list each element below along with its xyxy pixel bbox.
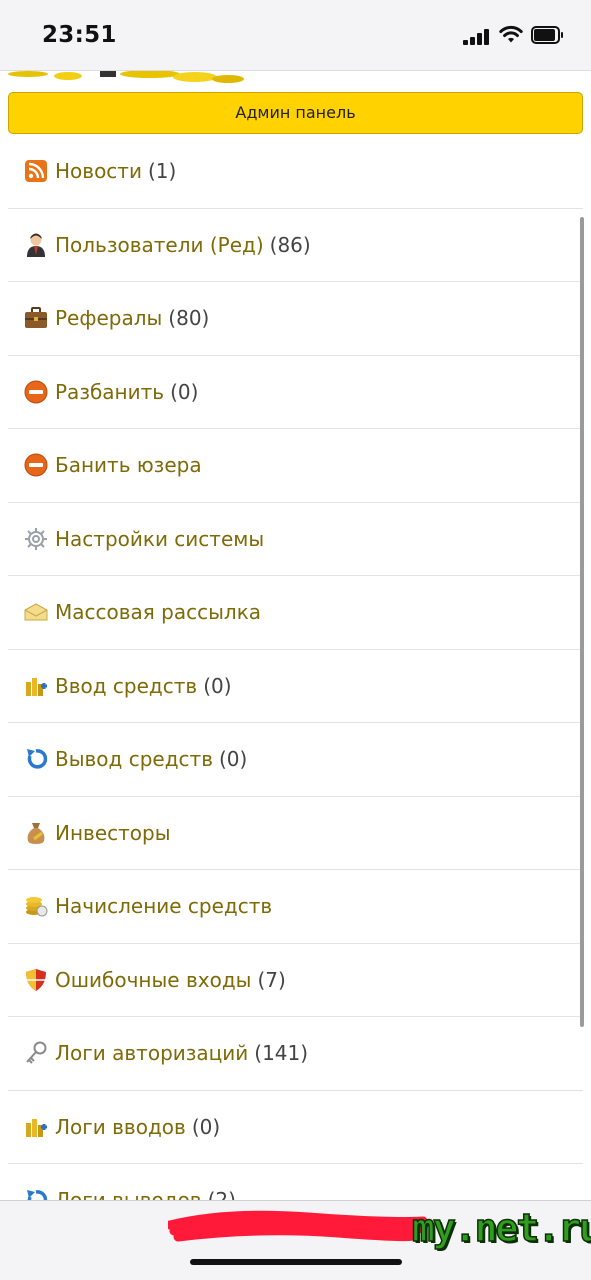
menu-item-label: Настройки системы bbox=[55, 526, 265, 551]
menu-item-label: Инвесторы bbox=[55, 820, 171, 845]
menu-item-deposit[interactable]: Ввод средств (0) bbox=[8, 650, 583, 723]
menu-item-count: (7) bbox=[257, 967, 286, 992]
scrollbar[interactable] bbox=[580, 217, 584, 1027]
menu-item-label: Разбанить bbox=[55, 379, 165, 404]
page-content: Админ панель Новости (1) Пользователи (Р… bbox=[0, 70, 591, 1200]
menu-item-deposit-logs[interactable]: Логи вводов (0) bbox=[8, 1091, 583, 1164]
rotate-icon bbox=[23, 1187, 49, 1200]
menu-item-count: (80) bbox=[168, 306, 210, 331]
shield-icon bbox=[23, 967, 49, 993]
menu-item-news[interactable]: Новости (1) bbox=[8, 135, 583, 209]
key-icon bbox=[23, 1040, 49, 1066]
menu-item-accrual[interactable]: Начисление средств bbox=[8, 870, 583, 944]
envelope-icon bbox=[23, 599, 49, 625]
menu-item-withdraw-logs[interactable]: Логи выводов (2) bbox=[8, 1164, 583, 1200]
menu-item-withdraw[interactable]: Вывод средств (0) bbox=[8, 723, 583, 797]
user-icon bbox=[23, 232, 49, 258]
minus-circle-icon bbox=[23, 379, 49, 405]
menu-item-label: Банить юзера bbox=[55, 453, 202, 478]
coins-add-icon bbox=[23, 673, 49, 699]
watermark-logo: my.net.ru bbox=[411, 1205, 591, 1251]
menu-item-unban[interactable]: Разбанить (0) bbox=[8, 356, 583, 429]
menu-item-count: (1) bbox=[147, 159, 177, 184]
menu-item-referrals[interactable]: Рефералы (80) bbox=[8, 282, 583, 356]
rotate-icon bbox=[23, 746, 49, 772]
menu-item-system-settings[interactable]: Настройки системы bbox=[8, 503, 583, 576]
menu-item-label: Ввод средств bbox=[55, 673, 198, 698]
briefcase-icon bbox=[23, 305, 49, 331]
menu-item-count: (0) bbox=[170, 379, 199, 404]
gear-icon bbox=[23, 526, 49, 552]
menu-item-label: Начисление средств bbox=[55, 894, 273, 919]
menu-item-label: Логи выводов bbox=[55, 1188, 202, 1200]
wifi-icon bbox=[499, 25, 523, 43]
admin-panel-button[interactable]: Админ панель bbox=[8, 92, 583, 134]
menu-item-label: Логи авторизаций bbox=[55, 1041, 249, 1066]
menu-item-auth-logs[interactable]: Логи авторизаций (141) bbox=[8, 1017, 583, 1091]
menu-item-investors[interactable]: Инвесторы bbox=[8, 797, 583, 870]
menu-item-label: Новости bbox=[55, 159, 142, 184]
coins-stack-icon bbox=[23, 893, 49, 919]
menu-item-count: (86) bbox=[269, 232, 311, 257]
menu-item-count: (141) bbox=[254, 1041, 309, 1066]
status-time: 23:51 bbox=[42, 22, 117, 48]
banner-image bbox=[8, 71, 244, 83]
minus-circle-icon bbox=[23, 452, 49, 478]
phone-screen: 23:51 Админ панель Новости (1) Пользоват… bbox=[0, 0, 591, 1280]
redaction-scribble bbox=[168, 1210, 428, 1242]
money-bag-icon bbox=[23, 820, 49, 846]
status-bar: 23:51 bbox=[0, 0, 591, 70]
menu-item-failed-logins[interactable]: Ошибочные входы (7) bbox=[8, 944, 583, 1017]
menu-item-count: (0) bbox=[191, 1114, 221, 1139]
menu-item-mass-mailing[interactable]: Массовая рассылка bbox=[8, 576, 583, 650]
menu-item-label: Рефералы bbox=[55, 306, 163, 331]
menu-item-count: (0) bbox=[203, 673, 232, 698]
menu-item-count: (0) bbox=[218, 747, 248, 772]
menu-item-label: Вывод средств bbox=[55, 747, 213, 772]
menu-item-label: Логи вводов bbox=[55, 1114, 186, 1139]
menu-item-label: Ошибочные входы bbox=[55, 967, 252, 992]
menu-item-count: (2) bbox=[208, 1188, 236, 1200]
rss-icon bbox=[23, 158, 49, 184]
home-indicator[interactable] bbox=[190, 1259, 402, 1265]
coins-add-icon bbox=[23, 1114, 49, 1140]
signal-icon bbox=[463, 29, 491, 45]
admin-menu: Новости (1) Пользователи (Ред) (86) Рефе… bbox=[8, 135, 583, 1200]
menu-item-label: Пользователи (Ред) bbox=[55, 232, 264, 257]
menu-item-label: Массовая рассылка bbox=[55, 600, 262, 625]
menu-item-ban-user[interactable]: Банить юзера bbox=[8, 429, 583, 503]
menu-item-users[interactable]: Пользователи (Ред) (86) bbox=[8, 209, 583, 282]
battery-icon bbox=[531, 26, 563, 44]
